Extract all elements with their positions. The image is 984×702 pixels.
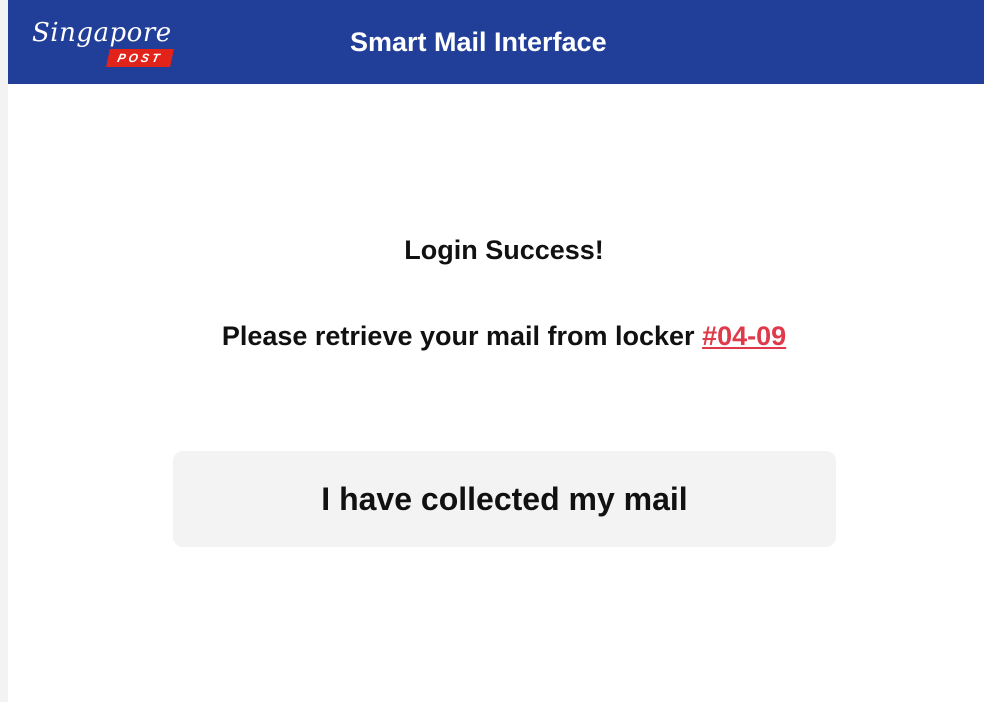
singapore-post-logo: Singapore POST: [32, 16, 182, 68]
retrieve-instructions: Please retrieve your mail from locker #0…: [8, 318, 984, 354]
main-content: Login Success! Please retrieve your mail…: [8, 84, 984, 702]
left-edge-strip: [0, 0, 8, 702]
logo-script-text: Singapore: [32, 18, 172, 48]
retrieve-prefix-text: Please retrieve your mail from locker: [221, 321, 703, 351]
app-header: Singapore POST Smart Mail Interface: [8, 0, 984, 84]
collected-mail-button[interactable]: I have collected my mail: [173, 451, 836, 547]
logo-post-badge: POST: [106, 49, 174, 67]
locker-number-link[interactable]: #04-09: [702, 321, 786, 351]
login-success-message: Login Success!: [404, 235, 604, 265]
app-title: Smart Mail Interface: [350, 27, 607, 57]
